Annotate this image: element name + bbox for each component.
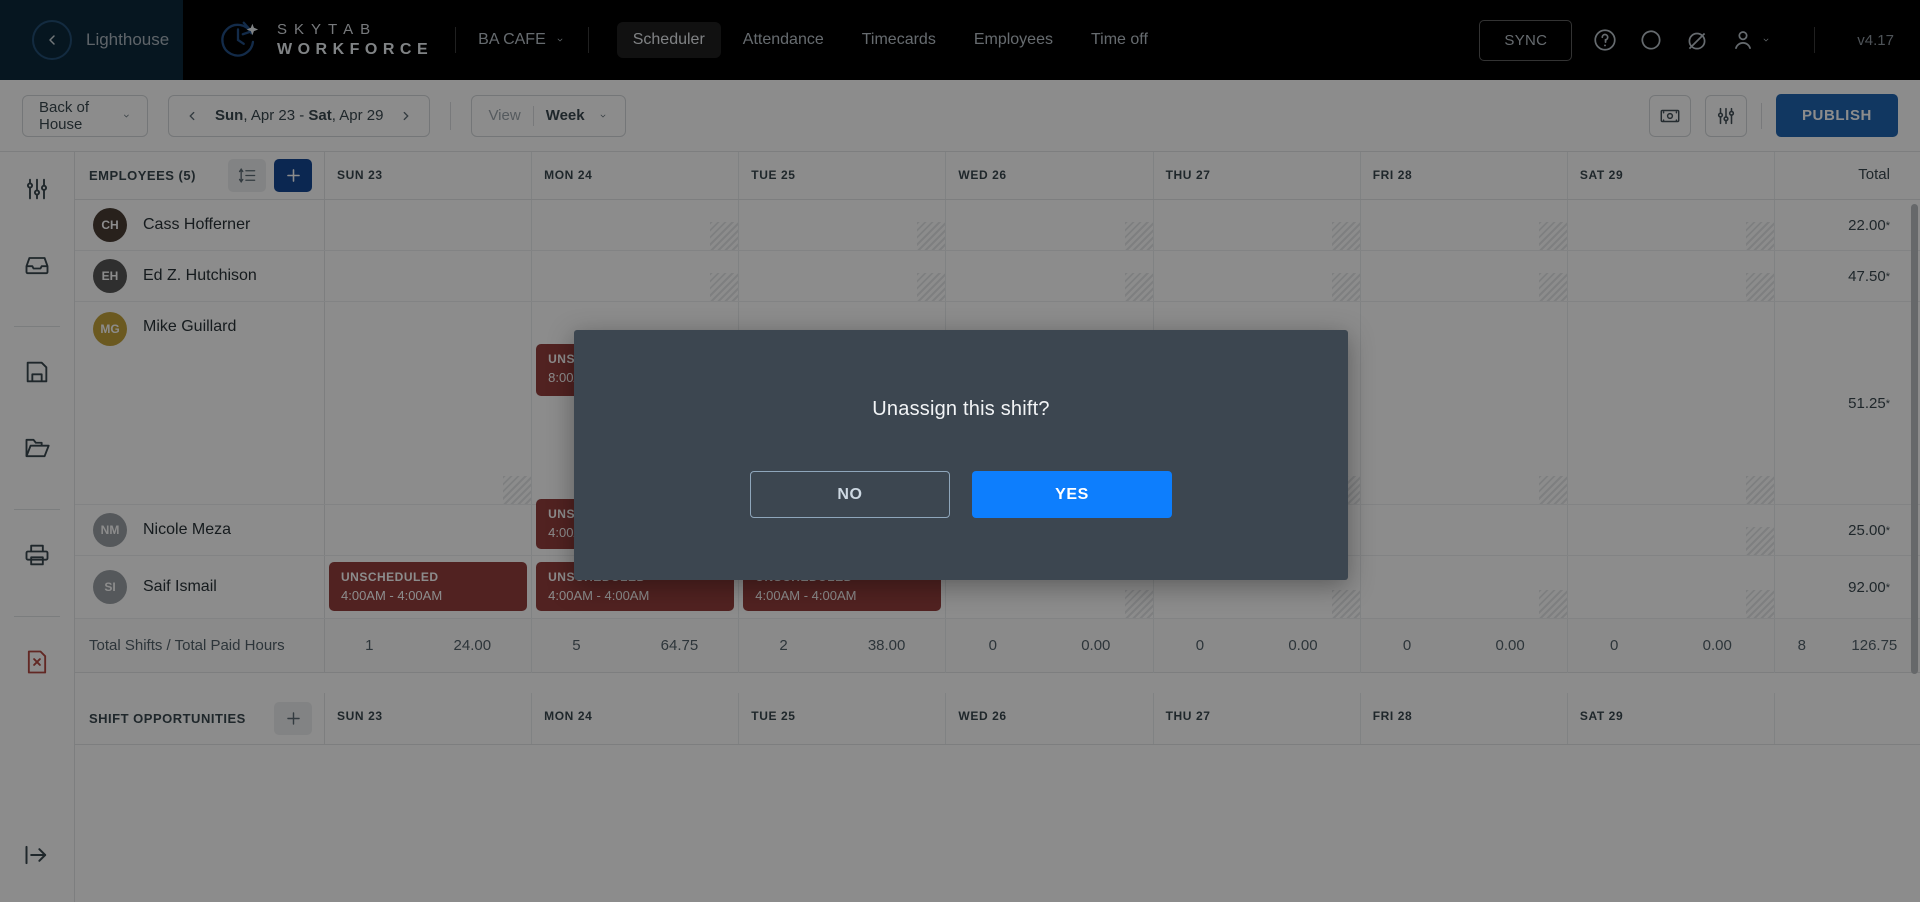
no-button[interactable]: NO [750,471,950,518]
yes-button[interactable]: YES [972,471,1172,518]
modal-overlay[interactable]: Unassign this shift? NO YES [0,0,1920,902]
dialog-title: Unassign this shift? [872,398,1050,420]
unassign-shift-dialog: Unassign this shift? NO YES [574,330,1348,580]
dialog-actions: NO YES [750,471,1172,518]
